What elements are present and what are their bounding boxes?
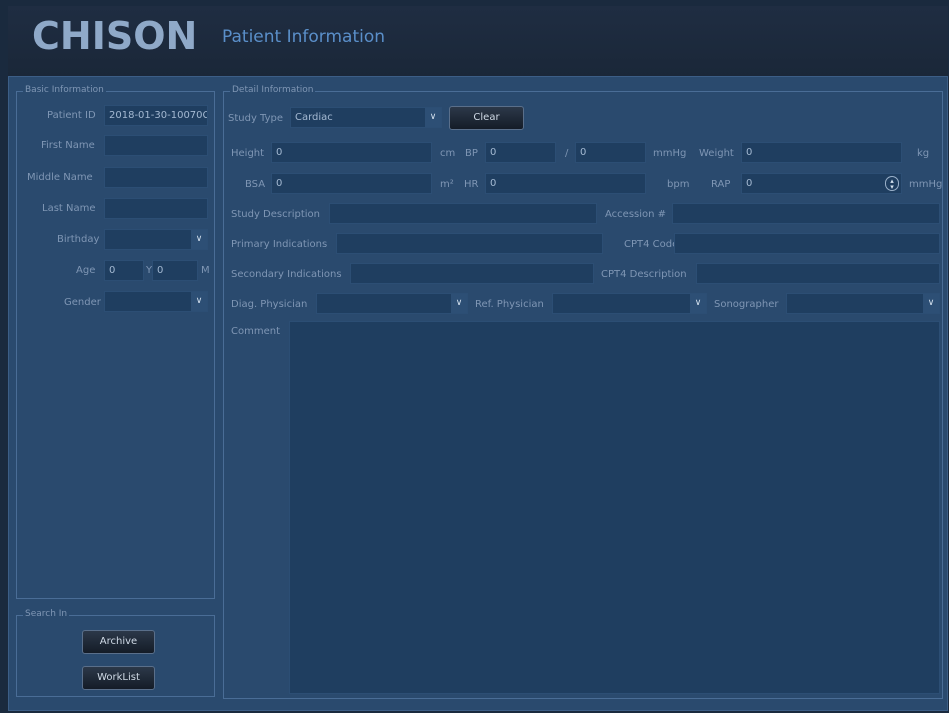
rap-value: 0 [746,178,753,189]
accession-label: Accession # [605,209,667,220]
chevron-down-icon[interactable]: ∨ [425,108,441,127]
page-title: Patient Information [222,27,386,47]
chevron-down-icon[interactable]: ∨ [191,292,207,311]
study-type-value: Cardiac [295,112,333,123]
age-label: Age [76,265,96,276]
secondary-indications-field[interactable] [350,263,594,284]
study-type-label: Study Type [228,113,284,124]
diag-physician-label: Diag. Physician [231,299,308,310]
ref-physician-dropdown[interactable]: ∨ [552,293,707,314]
diag-physician-dropdown[interactable]: ∨ [316,293,468,314]
spinner-icon[interactable]: ▴ ▾ [885,176,899,191]
height-label: Height [231,148,265,159]
cpt4-description-field[interactable] [696,263,940,284]
weight-label: Weight [699,148,734,159]
primary-indications-field[interactable] [336,233,603,254]
birthday-dropdown[interactable]: ∨ [104,229,208,250]
bp-diastolic-field[interactable]: 0 [575,142,646,163]
birthday-label: Birthday [57,234,100,245]
chison-logo: CHISON [32,14,198,58]
study-description-field[interactable] [329,203,597,224]
first-name-label: First Name [41,140,95,151]
chevron-down-icon[interactable]: ∨ [923,294,939,313]
age-months-unit: M [201,265,210,276]
bsa-label: BSA [245,179,266,190]
bsa-unit: m² [440,179,454,190]
sonographer-label: Sonographer [714,299,779,310]
middle-name-label: Middle Name [27,172,93,183]
gender-dropdown[interactable]: ∨ [104,291,208,312]
bp-label: BP [465,148,478,159]
detail-information-legend: Detail Information [230,85,316,95]
cpt4-code-label: CPT4 Code [624,239,679,250]
hr-unit: bpm [667,179,690,190]
bp-unit: mmHg [653,148,687,159]
study-description-label: Study Description [231,209,321,220]
basic-information-legend: Basic Information [23,85,106,95]
last-name-field[interactable] [104,198,208,219]
hr-label: HR [464,179,479,190]
archive-button[interactable]: Archive [82,630,155,654]
study-type-dropdown[interactable]: Cardiac ∨ [290,107,442,128]
cpt4-code-field[interactable] [674,233,940,254]
secondary-indications-label: Secondary Indications [231,269,342,280]
accession-field[interactable] [672,203,940,224]
bp-systolic-field[interactable]: 0 [485,142,556,163]
age-years-field[interactable]: 0 [104,260,144,281]
middle-name-field[interactable] [104,167,208,188]
patient-id-label: Patient ID [47,110,96,121]
last-name-label: Last Name [42,203,96,214]
main-panel: Basic Information Patient ID 2018-01-30-… [8,76,948,711]
comment-textarea[interactable] [289,321,940,694]
gender-label: Gender [64,297,101,308]
bsa-field[interactable]: 0 [271,173,432,194]
sonographer-dropdown[interactable]: ∨ [786,293,940,314]
cpt4-description-label: CPT4 Description [601,269,687,280]
ref-physician-label: Ref. Physician [475,299,544,310]
primary-indications-label: Primary Indications [231,239,328,250]
chevron-down-icon[interactable]: ∨ [690,294,706,313]
hr-field[interactable]: 0 [485,173,646,194]
clear-button[interactable]: Clear [449,106,524,130]
first-name-field[interactable] [104,135,208,156]
comment-label: Comment [231,326,280,337]
rap-label: RAP [711,179,731,190]
height-field[interactable]: 0 [271,142,432,163]
height-unit: cm [440,148,456,159]
rap-field[interactable]: 0 ▴ ▾ [741,173,902,194]
chevron-down-icon[interactable]: ∨ [191,230,207,249]
weight-field[interactable]: 0 [741,142,902,163]
patient-id-field[interactable]: 2018-01-30-10070C [104,105,208,126]
bp-separator: / [565,148,569,159]
weight-unit: kg [917,148,930,159]
search-in-legend: Search In [23,609,70,619]
worklist-button[interactable]: WorkList [82,666,155,690]
chevron-down-icon[interactable]: ∨ [451,294,467,313]
rap-unit: mmHg [909,179,943,190]
age-months-field[interactable]: 0 [152,260,198,281]
